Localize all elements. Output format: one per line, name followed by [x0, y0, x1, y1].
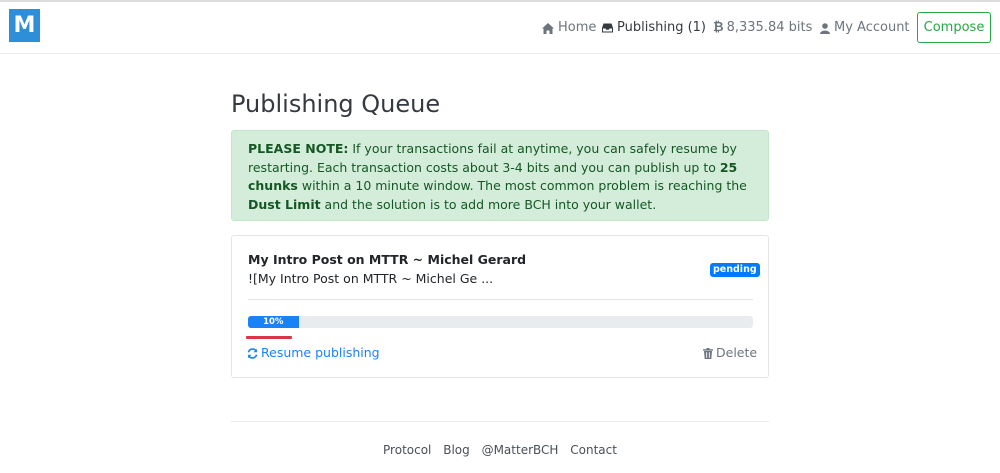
nav-account-dropdown[interactable]: My Account	[820, 19, 925, 37]
progress-bar-fill: 10%	[248, 316, 299, 328]
bitcoin-icon: ₿	[713, 20, 724, 35]
page-title: Publishing Queue	[231, 90, 441, 118]
notice-alert: PLEASE NOTE: If your transactions fail a…	[231, 130, 769, 221]
progress-underline	[246, 336, 292, 339]
inbox-icon	[602, 23, 613, 33]
nav-home-label: Home	[558, 20, 597, 35]
resume-publishing-label: Resume publishing	[261, 345, 380, 360]
nav-publishing-label: Publishing (1)	[617, 20, 706, 35]
brand-logo[interactable]: M	[9, 9, 40, 42]
footer-link-blog[interactable]: Blog	[443, 443, 470, 457]
delete-label: Delete	[716, 345, 758, 360]
footer-link-protocol[interactable]: Protocol	[383, 443, 431, 457]
refresh-icon	[247, 347, 258, 359]
notice-text-2: within a 10 minute window. The most comm…	[297, 178, 747, 193]
queue-item-excerpt: ![My Intro Post on MTTR ~ Michel Ge ...	[248, 271, 494, 286]
footer-link-contact[interactable]: Contact	[570, 443, 617, 457]
queue-item-title: My Intro Post on MTTR ~ Michel Gerard	[248, 252, 527, 267]
status-badge: pending	[710, 263, 760, 277]
card-divider	[248, 299, 753, 300]
notice-label: PLEASE NOTE:	[248, 141, 349, 156]
user-icon	[820, 22, 830, 34]
navbar: M Home Publishing (1) ₿ 8,335.84 bits My…	[0, 2, 1000, 54]
nav-publishing-link[interactable]: Publishing (1)	[602, 19, 706, 37]
home-icon	[542, 22, 554, 34]
queue-item-card: My Intro Post on MTTR ~ Michel Gerard ![…	[231, 235, 769, 378]
notice-dust-limit: Dust Limit	[248, 196, 321, 212]
nav-balance[interactable]: ₿ 8,335.84 bits	[713, 19, 812, 37]
nav-balance-label: 8,335.84 bits	[726, 20, 813, 35]
footer: Protocol Blog @MatterBCH Contact	[0, 442, 1000, 458]
delete-link[interactable]: Delete	[703, 345, 757, 361]
nav-home-link[interactable]: Home	[542, 19, 596, 37]
notice-text-3: and the solution is to add more BCH into…	[320, 196, 657, 212]
footer-divider	[231, 421, 769, 422]
footer-link-twitter[interactable]: @MatterBCH	[482, 443, 559, 457]
compose-button[interactable]: Compose	[917, 12, 991, 43]
resume-publishing-link[interactable]: Resume publishing	[247, 345, 380, 361]
trash-icon	[703, 347, 713, 359]
progress-bar: 10%	[248, 316, 753, 328]
nav-account-label: My Account	[834, 20, 910, 35]
